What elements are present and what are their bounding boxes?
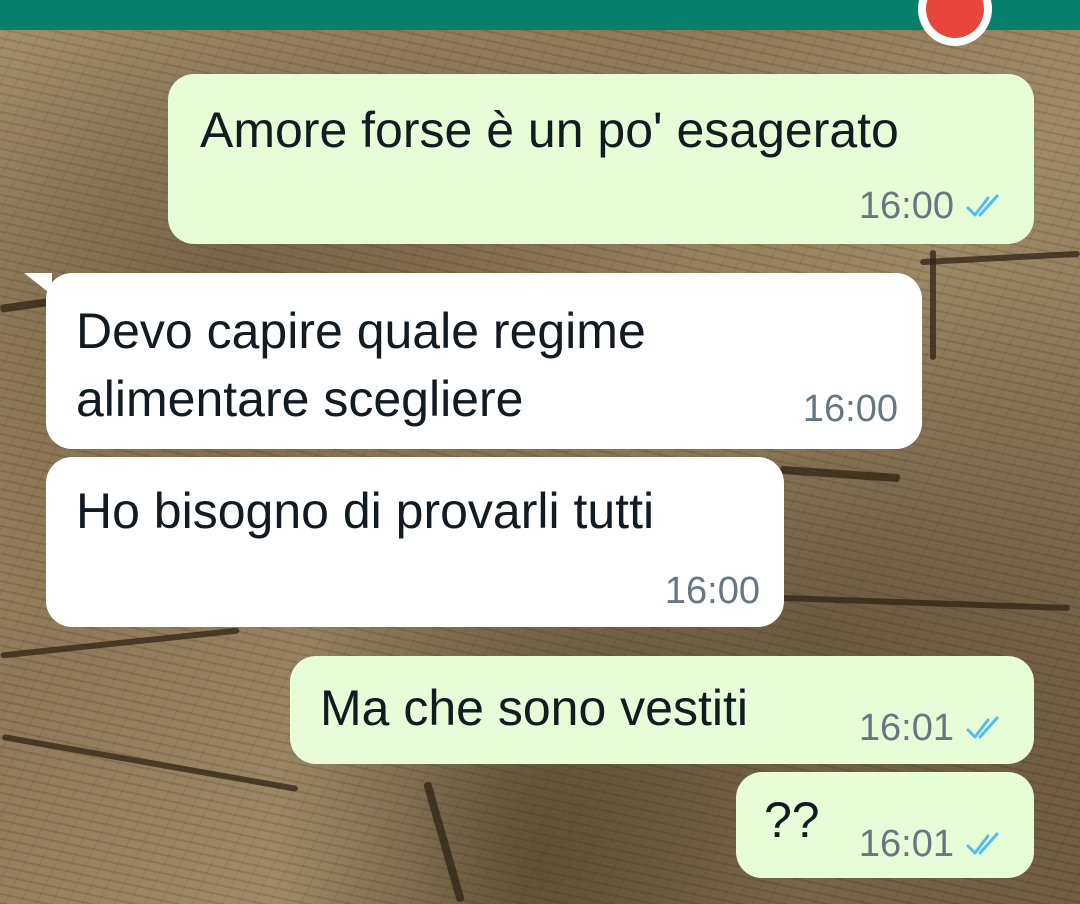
message-text: Ma che sono vestiti (320, 680, 748, 736)
double-check-icon (966, 194, 999, 217)
background-crack (0, 627, 240, 659)
incoming-message-bubble[interactable]: Devo capire quale regime alimentare sceg… (46, 273, 922, 449)
angry-face-emoji-icon[interactable] (918, 0, 992, 46)
message-meta: 16:00 (665, 571, 760, 611)
background-crack (779, 465, 901, 483)
message-meta: 16:00 (859, 186, 1006, 226)
outgoing-message-bubble[interactable]: Amore forse è un po' esagerato 16:00 (168, 74, 1034, 244)
message-text: Devo capire quale regime alimentare sceg… (76, 303, 646, 427)
message-text: Ho bisogno di provarli tutti (76, 483, 655, 539)
message-timestamp: 16:00 (802, 388, 898, 430)
message-timestamp: 16:00 (664, 570, 760, 612)
incoming-message-bubble[interactable]: Ho bisogno di provarli tutti 16:00 (46, 457, 784, 627)
background-crack (779, 594, 1071, 612)
outgoing-message-bubble[interactable]: ?? 16:01 (736, 772, 1034, 878)
background-crack (930, 250, 936, 360)
background-crack (423, 781, 465, 903)
background-crack (919, 250, 1080, 266)
double-check-icon (966, 716, 999, 739)
emoji-face (926, 0, 984, 38)
message-meta: 16:00 (803, 389, 898, 429)
message-meta: 16:01 (859, 708, 1006, 748)
background-crack (1, 733, 299, 793)
message-text: Amore forse è un po' esagerato (200, 102, 899, 158)
message-timestamp: 16:01 (858, 707, 954, 749)
message-meta: 16:01 (859, 824, 1006, 864)
double-check-icon (966, 832, 999, 855)
message-text: ?? (764, 792, 820, 848)
message-timestamp: 16:01 (858, 823, 954, 865)
outgoing-message-bubble[interactable]: Ma che sono vestiti 16:01 (290, 656, 1034, 764)
message-timestamp: 16:00 (858, 185, 954, 227)
